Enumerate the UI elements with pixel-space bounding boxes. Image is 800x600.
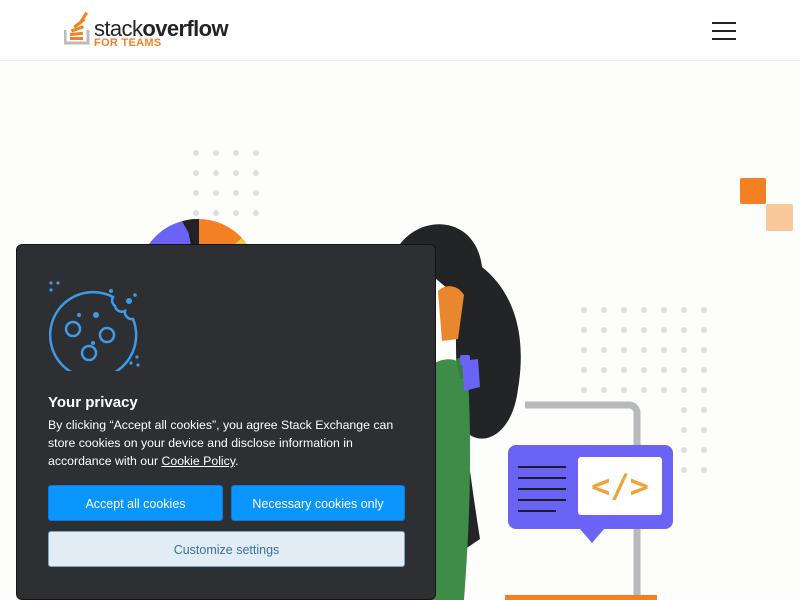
stack-overflow-for-teams-logo[interactable]: stackoverflow FOR TEAMS — [64, 12, 234, 52]
hamburger-menu-icon[interactable] — [710, 20, 738, 42]
cookie-icon — [49, 281, 140, 371]
dialog-title: Your privacy — [48, 394, 138, 411]
necessary-cookies-only-button[interactable]: Necessary cookies only — [231, 485, 405, 521]
stack-logo-icon — [64, 12, 90, 45]
code-bubble-glyph: </> — [591, 467, 649, 505]
cookie-policy-link[interactable]: Cookie Policy — [161, 454, 235, 468]
dialog-body-text-after-link: . — [235, 454, 239, 468]
cookie-consent-dialog: Your privacy By clicking “Accept all coo… — [16, 244, 436, 600]
orange-squares-graphic — [740, 178, 793, 231]
dialog-body-text: By clicking “Accept all cookies”, you ag… — [48, 416, 403, 470]
logo-subtitle: FOR TEAMS — [94, 37, 162, 49]
site-header: stackoverflow FOR TEAMS — [0, 0, 800, 61]
hamburger-line — [712, 30, 736, 32]
accept-all-cookies-button[interactable]: Accept all cookies — [48, 485, 223, 521]
customize-settings-button[interactable]: Customize settings — [48, 531, 405, 567]
hamburger-line — [712, 38, 736, 40]
code-chat-bubble: </> — [508, 445, 674, 545]
hamburger-line — [712, 22, 736, 24]
